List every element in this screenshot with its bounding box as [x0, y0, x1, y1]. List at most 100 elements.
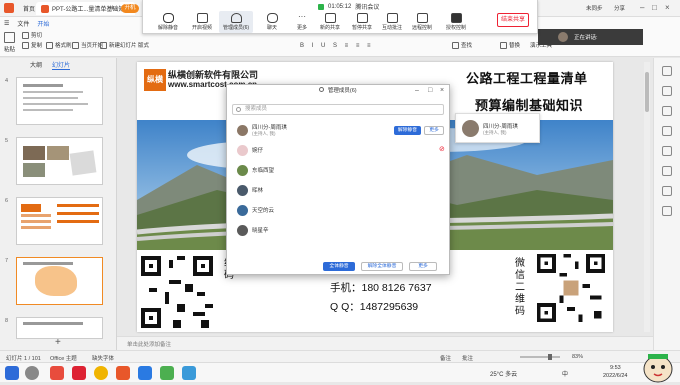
clock-date[interactable]: 2022/6/24: [603, 373, 627, 379]
sidebar-tool-icon[interactable]: [662, 66, 672, 76]
member-row[interactable]: 晖林: [237, 183, 263, 197]
remote-control-label: 远程控制: [411, 25, 432, 31]
cut-button[interactable]: 剪切: [22, 31, 42, 39]
mute-all-button[interactable]: 全体静音: [323, 262, 355, 271]
sync-status[interactable]: 未同步: [586, 4, 603, 12]
meeting-taskbar-icon[interactable]: [138, 366, 152, 380]
member-row[interactable]: 东临西望: [237, 163, 274, 177]
vertical-scrollbar[interactable]: [644, 62, 650, 332]
menu-home[interactable]: 开始: [37, 19, 49, 28]
slide-number: 6: [5, 198, 9, 204]
slide-thumbnail-panel: 大纲 幻灯片 4 5 6 7 8 +: [0, 58, 117, 350]
wps-writer-icon[interactable]: [116, 366, 130, 380]
dialog-maximize-icon[interactable]: □: [428, 87, 432, 94]
sidebar-tool-icon[interactable]: [662, 186, 672, 196]
kaiji-button[interactable]: 开机: [121, 4, 139, 13]
remote-control-button[interactable]: 远程控制: [407, 13, 437, 31]
member-search-input[interactable]: 搜索成员: [232, 104, 444, 115]
search-taskbar-icon[interactable]: [25, 366, 39, 380]
new-share-button[interactable]: 新的共享: [315, 13, 345, 31]
slide-thumbnail[interactable]: [16, 197, 103, 245]
wps-logo-icon[interactable]: [4, 3, 14, 13]
video-button[interactable]: 开启视频: [187, 13, 217, 31]
replace-button[interactable]: 替换: [500, 41, 520, 49]
app-icon[interactable]: [50, 366, 64, 380]
tab-outline[interactable]: 大纲: [30, 60, 42, 70]
sidebar-tool-icon[interactable]: [662, 206, 672, 216]
start-icon[interactable]: [5, 366, 19, 380]
footer-more-button[interactable]: 更多: [409, 262, 437, 271]
member-unmute-button[interactable]: 解除静音: [394, 126, 421, 135]
sidebar-tool-icon[interactable]: [662, 146, 672, 156]
slide-title-line2: 预算编制基础知识: [475, 98, 584, 113]
tab-document-label: PPT-公路工...量清单基础知识: [52, 7, 131, 13]
play-current-button[interactable]: 当页开始: [72, 41, 103, 49]
add-slide-icon[interactable]: +: [55, 337, 61, 348]
manage-members-button[interactable]: 管理成员(6): [219, 11, 253, 33]
annotate-button[interactable]: 互动批注: [377, 13, 407, 31]
chat-button[interactable]: 聊天: [257, 13, 287, 31]
sidebar-tool-icon[interactable]: [662, 126, 672, 136]
app-icon[interactable]: [182, 366, 196, 380]
manage-members-label: 管理成员(6): [222, 25, 250, 31]
member-row[interactable]: 晓星辛: [237, 223, 269, 237]
find-button[interactable]: 查找: [452, 41, 472, 49]
layout-button[interactable]: 版式: [138, 41, 149, 49]
sidebar-tool-icon[interactable]: [662, 166, 672, 176]
copy-button[interactable]: 复制: [22, 41, 42, 49]
sidebar-tool-icon[interactable]: [662, 86, 672, 96]
notes-toggle-button[interactable]: 备注: [440, 354, 451, 362]
hamburger-icon[interactable]: ☰: [4, 20, 9, 27]
member-more-button[interactable]: 更多: [424, 126, 444, 135]
slide-thumbnail[interactable]: [16, 77, 103, 125]
unmute-button[interactable]: 解除静音: [153, 13, 183, 31]
scrollbar-thumb[interactable]: [645, 72, 649, 112]
missing-font-indicator[interactable]: 缺失字体: [92, 354, 114, 362]
paste-button[interactable]: 粘贴: [4, 32, 15, 53]
dialog-close-icon[interactable]: ×: [440, 87, 444, 94]
notes-pane[interactable]: 单击此处添加备注: [117, 336, 653, 350]
member-row[interactable]: 天空的云: [237, 203, 274, 217]
speaker-avatar: [558, 32, 568, 42]
slide-thumbnail-selected[interactable]: [16, 257, 103, 305]
app-icon[interactable]: [160, 366, 174, 380]
more-button[interactable]: ··· 更多: [287, 13, 317, 32]
browser-icon[interactable]: [94, 366, 108, 380]
slide-thumbnail[interactable]: [16, 137, 103, 185]
member-row[interactable]: 婉仔: [237, 143, 263, 157]
zoom-level[interactable]: 83%: [572, 354, 583, 360]
menu-file[interactable]: 文件: [17, 19, 29, 28]
camera-off-icon: [196, 13, 208, 23]
grant-control-button[interactable]: 授权控制: [441, 13, 471, 31]
weather-widget[interactable]: 25°C 多云: [490, 369, 517, 378]
format-painter-button[interactable]: 格式刷: [46, 41, 72, 49]
end-share-button[interactable]: 结束共享: [497, 13, 529, 27]
zoom-slider[interactable]: [520, 354, 560, 360]
minimize-icon[interactable]: –: [640, 3, 644, 12]
paragraph-tools[interactable]: B I U S ≡ ≡ ≡: [300, 43, 374, 49]
unmute-all-button[interactable]: 解除全体静音: [361, 262, 403, 271]
clock-time[interactable]: 9:53: [610, 365, 621, 371]
pause-share-button[interactable]: 暂停共享: [347, 13, 377, 31]
new-slide-button[interactable]: 新建幻灯片: [100, 41, 137, 49]
member-name: 晓星辛: [252, 228, 269, 234]
slide-thumbnail[interactable]: [16, 317, 103, 339]
member-row[interactable]: 四川分-周雨琪 (主持人, 我): [237, 123, 287, 137]
zoom-slider-thumb[interactable]: [548, 354, 552, 360]
meeting-toolbar: 01:05:12 腾讯会议 解除静音 开启视频 管理成员(6) 聊天 ··· 更多…: [142, 0, 538, 34]
video-label: 开启视频: [191, 25, 212, 31]
contact-phone: 手机：180 8126 7637: [330, 282, 432, 294]
maximize-icon[interactable]: □: [652, 3, 657, 12]
share-button[interactable]: 分享: [614, 4, 625, 12]
new-tab-button[interactable]: +: [110, 3, 115, 12]
wps-taskbar-icon[interactable]: [72, 366, 86, 380]
tab-slides[interactable]: 幻灯片: [52, 60, 71, 70]
input-language[interactable]: 中: [562, 369, 568, 378]
find-label: 查找: [461, 43, 473, 49]
dialog-minimize-icon[interactable]: –: [415, 87, 419, 94]
grant-control-label: 授权控制: [445, 25, 466, 31]
sidebar-tool-icon[interactable]: [662, 106, 672, 116]
close-icon[interactable]: ×: [665, 3, 670, 12]
comments-toggle-button[interactable]: 批注: [462, 354, 473, 362]
participant-video-tile[interactable]: 四川分-周雨琪 (主持人, 我): [455, 113, 540, 143]
